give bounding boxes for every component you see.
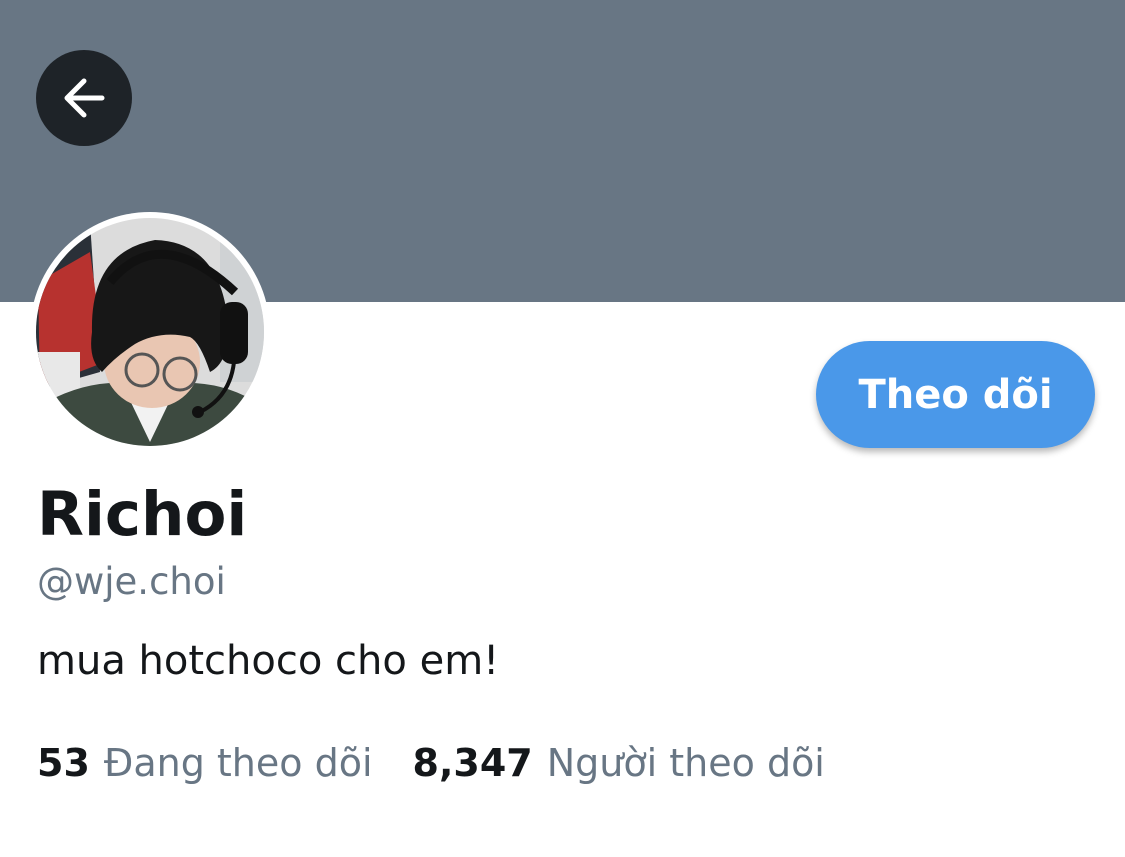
follow-stats: 53 Đang theo dõi 8,347 Người theo dõi: [37, 744, 825, 782]
display-name: Richoi: [37, 479, 248, 550]
arrow-left-icon: [64, 78, 105, 118]
profile-page: Theo dõi Richoi @wje.choi mua hotchoco c…: [0, 0, 1125, 857]
username-handle: @wje.choi: [37, 560, 226, 603]
followers-stat[interactable]: 8,347 Người theo dõi: [413, 744, 825, 782]
back-button[interactable]: [36, 50, 132, 146]
followers-label: Người theo dõi: [546, 741, 825, 785]
follow-button[interactable]: Theo dõi: [816, 341, 1095, 448]
profile-bio: mua hotchoco cho em!: [37, 638, 500, 684]
followers-count: 8,347: [412, 741, 533, 785]
following-stat[interactable]: 53 Đang theo dõi: [37, 744, 373, 782]
following-label: Đang theo dõi: [103, 741, 373, 785]
avatar[interactable]: [30, 212, 270, 452]
following-count: 53: [37, 741, 90, 785]
